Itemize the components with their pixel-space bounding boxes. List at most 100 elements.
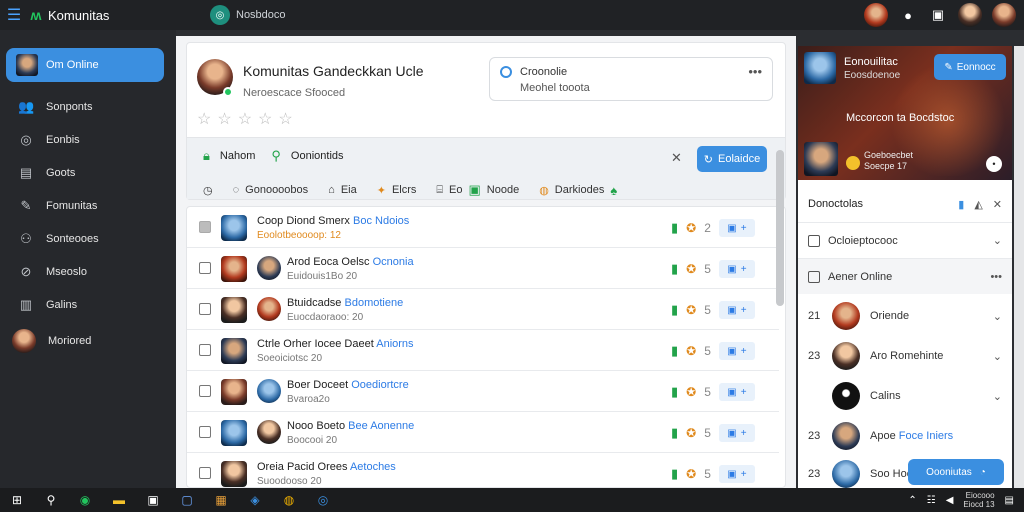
chevron-up-icon[interactable]: ⌃	[908, 495, 916, 506]
filter-item[interactable]: Noode	[487, 184, 519, 196]
profile-avatar[interactable]	[992, 3, 1016, 27]
row-checkbox[interactable]	[199, 385, 211, 397]
row-checkbox[interactable]	[199, 426, 211, 438]
filter-item[interactable]: Eia	[341, 184, 357, 196]
row-checkbox[interactable]	[199, 262, 211, 274]
section-online[interactable]: Aener Online •••	[798, 258, 1012, 294]
table-row[interactable]: Btuidcadse Bdomotiene Euocdaoraoo: 20 ▮ ✪…	[187, 289, 779, 330]
row-checkbox[interactable]	[199, 303, 211, 315]
row-action-button[interactable]: ▣ +	[718, 301, 755, 319]
page-subtitle: Neroescace Sfooced	[243, 87, 346, 99]
more-icon[interactable]: •••	[748, 64, 762, 79]
star-icon[interactable]: ☆	[217, 109, 231, 129]
sidebar-item-eonbis[interactable]: ◎ Eonbis	[0, 123, 176, 156]
online-user[interactable]: Calins ⌄	[798, 376, 1012, 416]
online-user[interactable]: 23 Apoe Foce Iniers	[798, 416, 1012, 456]
right-scrollbar[interactable]	[1014, 46, 1024, 488]
row-action-button[interactable]: ▣ +	[718, 424, 755, 442]
chevron-down-icon[interactable]: ⌄	[993, 310, 1002, 323]
chevron-down-icon[interactable]: ⌄	[993, 390, 1002, 403]
clock[interactable]: Eiocooo Eiocd 13	[963, 491, 994, 509]
globe-icon[interactable]: ◎	[306, 493, 340, 507]
star-icon[interactable]: ☆	[258, 109, 272, 129]
medal-icon[interactable]: ✪	[686, 385, 696, 399]
avatar	[832, 342, 860, 370]
search-icon[interactable]: ⚲	[34, 493, 68, 507]
table-row[interactable]: Nooo Boeto Bee Aonenne Boocooi 20 ▮ ✪ 5 ▣ +	[187, 412, 779, 453]
sidebar-item-goots[interactable]: ▤ Goots	[0, 156, 176, 189]
hero-button[interactable]: ✎ Eonnocc	[934, 54, 1006, 80]
brand[interactable]: ʍ Komunitas	[28, 7, 178, 23]
sidebar-item-galins[interactable]: ▥ Galins	[0, 288, 176, 321]
row-checkbox[interactable]	[199, 467, 211, 479]
bookmark-icon[interactable]: ▮	[958, 198, 964, 211]
sidebar-item-fomunitas[interactable]: ✎ Fomunitas	[0, 189, 176, 222]
network-icon[interactable]: ☷	[927, 495, 936, 506]
row-checkbox[interactable]	[199, 344, 211, 356]
windows-start-icon[interactable]: ⊞	[0, 493, 34, 507]
more-icon[interactable]: •	[986, 156, 1002, 172]
user-avatar[interactable]	[958, 3, 982, 27]
medal-icon[interactable]: ✪	[686, 303, 696, 317]
table-row[interactable]: Boer Doceet Ooediortcre Bvaroa2o ▮ ✪ 5 ▣ +	[187, 371, 779, 412]
online-user[interactable]: 23 Aro Romehinte ⌄	[798, 336, 1012, 376]
chrome-icon[interactable]: ◉	[68, 493, 102, 507]
row-action-button[interactable]: ▣ +	[718, 260, 755, 278]
filter-item[interactable]: Darkiodes	[555, 184, 605, 196]
chat-icon[interactable]: ●	[898, 5, 918, 25]
volume-icon[interactable]: ◀	[946, 495, 954, 506]
chevron-down-icon[interactable]: ⌄	[993, 350, 1002, 363]
folder-icon[interactable]: ▬	[102, 493, 136, 507]
pin-icon[interactable]: ◭	[974, 198, 982, 211]
sidebar-item-label: Fomunitas	[46, 199, 98, 212]
sidebar-item-sonteooes[interactable]: ⚇ Sonteooes	[0, 222, 176, 255]
close-icon[interactable]: ✕	[671, 150, 682, 166]
medal-icon[interactable]: ✪	[686, 344, 696, 358]
row-action-button[interactable]: ▣ +	[718, 465, 755, 483]
edge-icon[interactable]: ◈	[238, 493, 272, 507]
filter-item[interactable]: Gonoooobos	[245, 184, 308, 196]
main-scrollbar[interactable]	[776, 150, 784, 306]
chevron-down-icon[interactable]: ⌄	[993, 234, 1002, 247]
row-action-button[interactable]: ▣ +	[718, 383, 755, 401]
screen-icon[interactable]: ▣	[928, 5, 948, 25]
community-float-button[interactable]: Oooniutas ◔	[908, 459, 1004, 485]
medal-icon[interactable]: ✪	[686, 467, 696, 481]
section-collapsible[interactable]: Ocloieptocooc ⌄	[798, 222, 1012, 258]
info-box[interactable]: Croonolie Meohel tooota •••	[489, 57, 773, 101]
app-icon[interactable]: ▦	[204, 493, 238, 507]
medal-icon[interactable]: ✪	[686, 262, 696, 276]
browser-icon[interactable]: ◍	[272, 493, 306, 507]
tab-nahom[interactable]: Nahom	[220, 150, 255, 162]
sidebar-item-moriored[interactable]: Moriored	[0, 321, 176, 361]
sidebar-item-active[interactable]: Om Online	[6, 48, 164, 82]
table-row[interactable]: Ctrle Orher Iocee Daeet Aniorns Soeoicio…	[187, 330, 779, 371]
sidebar-item-sonponts[interactable]: 👥 Sonponts	[0, 90, 176, 123]
window-icon[interactable]: ▢	[170, 493, 204, 507]
hamburger-menu-icon[interactable]: ☰	[0, 0, 28, 30]
table-row[interactable]: Coop Diond Smerx Boc Ndoios Eoolotbeoooo…	[187, 207, 779, 248]
star-icon[interactable]: ☆	[197, 109, 211, 129]
star-icon[interactable]: ☆	[238, 109, 252, 129]
medal-icon[interactable]: ✪	[686, 426, 696, 440]
table-row[interactable]: Arod Eoca Oelsc Ocnonia Euidouis1Bo 20 ▮…	[187, 248, 779, 289]
close-icon[interactable]: ✕	[993, 198, 1002, 211]
star-icon[interactable]: ☆	[278, 109, 292, 129]
filter-item[interactable]: Elcrs	[392, 184, 416, 196]
table-row[interactable]: Oreia Pacid Orees Aetoches Suoodooso 20 …	[187, 453, 779, 487]
search-pill[interactable]: ◎ Nosbdoco	[210, 5, 286, 25]
notification-icon[interactable]: ▤	[1005, 495, 1014, 506]
sidebar-item-mseoslo[interactable]: ⊘ Mseoslo	[0, 255, 176, 288]
row-action-button[interactable]: ▣ +	[718, 342, 755, 360]
row-checkbox[interactable]	[199, 221, 211, 233]
more-icon[interactable]: •••	[990, 271, 1002, 283]
tab-ooniontids[interactable]: Ooniontids	[291, 150, 344, 162]
notification-avatar[interactable]	[864, 3, 888, 27]
online-user[interactable]: 21 Oriende ⌄	[798, 296, 1012, 336]
store-icon[interactable]: ▣	[136, 493, 170, 507]
filter-item[interactable]: Eo	[449, 184, 462, 196]
medal-icon[interactable]: ✪	[686, 221, 696, 235]
primary-action-button[interactable]: ↻ Eolaidce	[697, 146, 767, 172]
star-rating[interactable]: ☆ ☆ ☆ ☆ ☆	[197, 109, 293, 129]
row-action-button[interactable]: ▣ +	[718, 219, 755, 237]
